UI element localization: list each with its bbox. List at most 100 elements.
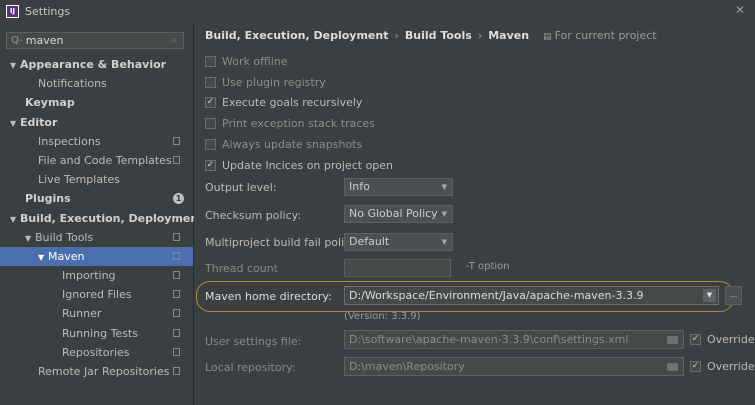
thread-count-input[interactable] [344,259,451,277]
maven-home-label: Maven home directory: [205,290,332,303]
thread-count-hint: -T option [466,261,510,272]
checkbox[interactable] [205,118,216,130]
close-icon[interactable]: ✕ [735,3,745,17]
checkbox[interactable] [205,56,216,67]
override-label: Override [707,333,755,346]
sidebar-item[interactable]: Ignored Files [0,285,193,304]
chevron-down-icon: ▼ [441,238,447,246]
local-repo-override[interactable]: ✓ Override [690,360,755,373]
expand-arrow-icon[interactable]: ▼ [10,114,20,133]
project-settings-icon [173,347,180,356]
output-level-label: Output level: [205,181,277,194]
maven-home-combo[interactable]: D:/Workspace/Environment/Java/apache-mav… [344,286,719,305]
thread-count-label: Thread count [205,262,278,275]
sidebar-item-label: Build Tools [35,230,94,244]
breadcrumb-separator: › [394,29,399,42]
sidebar-item-label: Importing [62,269,116,283]
sidebar-item-label: File and Code Templates [38,153,172,167]
output-level-select[interactable]: Info ▼ [344,178,453,196]
sidebar-item[interactable]: Live Templates [0,170,193,189]
checkbox-row[interactable]: ✓ Update Incices on project open [205,159,393,172]
checkbox-row[interactable]: Always update snapshots [205,138,362,151]
search-input[interactable]: maven [26,34,170,47]
chevron-down-icon[interactable]: ▼ [703,289,716,302]
project-settings-icon [173,232,180,241]
select-value: Info [349,180,370,193]
breadcrumb-item[interactable]: Build Tools [405,29,472,42]
sidebar-item[interactable]: ▼ Build Tools [0,228,193,247]
sidebar-item[interactable]: ▼ Appearance & Behavior [0,55,193,74]
project-settings-icon [173,328,180,337]
user-settings-input[interactable]: D:\software\apache-maven-3.3.9\conf\sett… [344,330,684,349]
sidebar-item[interactable]: Inspections [0,132,193,151]
project-settings-icon [173,290,180,299]
sidebar-item[interactable]: ▼ Editor [0,113,193,132]
select-value: No Global Policy [349,207,438,220]
expand-arrow-icon[interactable]: ▼ [10,56,20,75]
settings-tree: ▼ Appearance & Behavior Notifications Keyma… [0,55,203,381]
sidebar-item[interactable]: Importing [0,266,193,285]
folder-icon[interactable] [667,363,678,371]
select-value: Default [349,235,390,248]
sidebar-item[interactable]: Running Tests [0,324,193,343]
checkbox-row[interactable]: Print exception stack traces [205,117,375,130]
checksum-policy-select[interactable]: No Global Policy ▼ [344,205,453,223]
override-checkbox[interactable]: ✓ [690,334,701,345]
checkbox[interactable] [205,138,216,150]
checkbox[interactable] [205,76,216,88]
sidebar-item[interactable]: ▼ Maven [0,246,193,267]
checkbox[interactable]: ✓ [205,159,216,171]
sidebar-item-label: Plugins [25,192,71,206]
checkbox-label: Execute goals recursively [222,96,363,110]
sidebar-item-label: Build, Execution, Deployment [20,211,204,225]
checkbox-label: Always update snapshots [222,137,363,151]
multiproject-policy-select[interactable]: Default ▼ [344,233,453,251]
sidebar-item[interactable]: Runner [0,304,193,323]
search-box[interactable]: Q- maven × [6,32,184,49]
sidebar-item-label: Remote Jar Repositories [38,365,170,378]
checkbox-row[interactable]: Use plugin registry [205,76,326,89]
sidebar-item[interactable]: File and Code Templates [0,151,193,170]
checkbox[interactable]: ✓ [205,97,216,109]
maven-version: (Version: 3.3.9) [344,311,421,322]
breadcrumb: Build, Execution, Deployment › Build Tools… [205,29,657,42]
settings-sidebar: Q- maven × ▼ Appearance & Behavior Notific… [0,24,203,405]
update-badge: 1 [173,193,184,205]
expand-arrow-icon[interactable]: ▼ [25,229,35,248]
sidebar-item[interactable]: Repositories [0,343,193,362]
sidebar-item[interactable]: Remote Jar Repositories [0,362,193,381]
sidebar-item-label: Appearance & Behavior [20,58,167,71]
checkbox-row[interactable]: Work offline [205,55,288,68]
chevron-down-icon: ▼ [441,183,447,191]
multiproject-policy-label: Multiproject build fail policy: [205,236,360,249]
local-repo-value: D:\maven\Repository [349,360,465,373]
override-checkbox[interactable]: ✓ [690,361,701,372]
checksum-policy-label: Checksum policy: [205,209,302,222]
user-settings-override[interactable]: ✓ Override [690,333,755,346]
breadcrumb-item[interactable]: Maven [488,29,529,42]
sidebar-item[interactable]: Plugins 1 [0,189,193,208]
sidebar-item-label: Live Templates [38,173,120,187]
checkbox-label: Print exception stack traces [222,117,375,131]
checkbox-label: Update Incices on project open [222,158,394,172]
project-settings-icon [173,251,180,260]
sidebar-item-label: Runner [62,307,102,321]
search-icon: Q- [11,35,23,46]
sidebar-item[interactable]: Notifications [0,74,193,93]
local-repo-input[interactable]: D:\maven\Repository [344,357,684,376]
local-repo-label: Local repository: [205,361,296,374]
sidebar-item[interactable]: ▼ Build, Execution, Deployment [0,209,203,229]
user-settings-label: User settings file: [205,335,302,348]
project-scope-icon: ▤ [543,32,552,42]
clear-search-icon[interactable]: × [170,35,178,46]
project-settings-icon [173,136,180,145]
checkbox-row[interactable]: ✓ Execute goals recursively [205,96,362,109]
folder-icon[interactable] [667,336,678,344]
breadcrumb-item[interactable]: Build, Execution, Deployment [205,29,388,42]
intellij-logo-icon: IJ [6,4,19,18]
sidebar-item[interactable]: Keymap [0,93,193,112]
expand-arrow-icon[interactable]: ▼ [10,210,20,229]
browse-button[interactable]: ... [725,286,742,305]
expand-arrow-icon[interactable]: ▼ [38,248,48,267]
title-bar: IJ Settings ✕ [0,0,755,22]
